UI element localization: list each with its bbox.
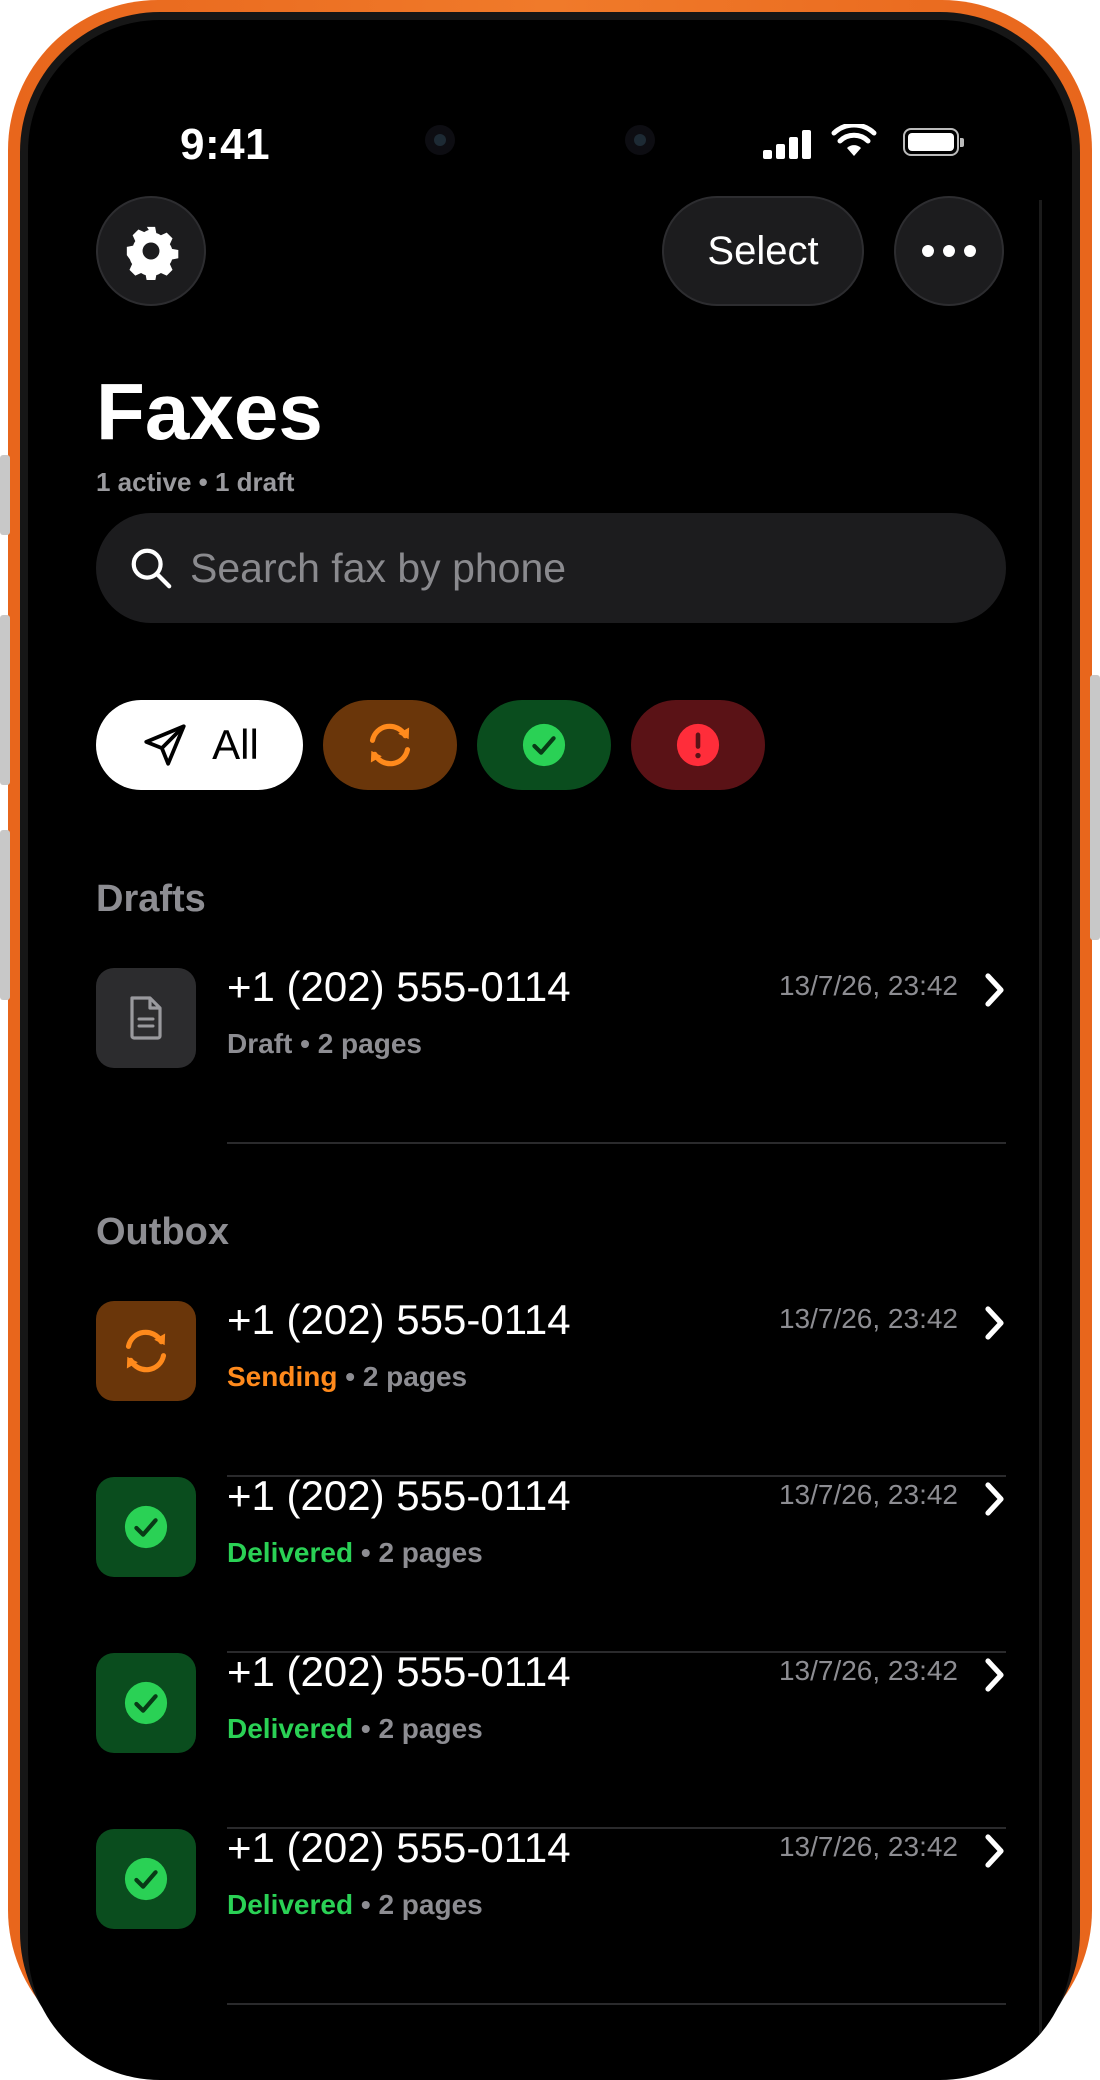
- sending-tile: [96, 1301, 196, 1401]
- checkmark-circle-icon: [124, 1505, 168, 1549]
- chevron-right-icon: [985, 1482, 1004, 1516]
- chevron-right-icon: [985, 1658, 1004, 1692]
- ellipsis-icon: [922, 245, 976, 257]
- page-title: Faxes: [96, 367, 323, 456]
- delivered-tile: [96, 1653, 196, 1753]
- checkmark-circle-icon: [124, 1857, 168, 1901]
- fax-phone-number: +1 (202) 555-0114: [227, 1824, 571, 1871]
- search-icon: [131, 548, 172, 589]
- fax-meta: Draft • 2 pages: [227, 1028, 422, 1060]
- fax-date: 13/7/26, 23:42: [778, 1655, 958, 1686]
- draft-tile: [96, 968, 196, 1068]
- chevron-right-icon: [985, 1834, 1004, 1868]
- screen: 9:41 Select Faxes 1 active • 1 draft Sea…: [28, 20, 1072, 2080]
- divider: [227, 2003, 1006, 2005]
- list-item[interactable]: +1 (202) 555-0114 Sending • 2 pages 13/7…: [96, 1296, 1006, 1477]
- gear-icon: [126, 226, 179, 280]
- fax-pages: • 2 pages: [353, 1537, 483, 1568]
- settings-button[interactable]: [96, 196, 206, 306]
- fax-meta: Delivered • 2 pages: [227, 1537, 483, 1569]
- fax-date: 13/7/26, 23:42: [778, 1303, 958, 1334]
- section-drafts-title: Drafts: [96, 878, 206, 920]
- chevron-right-icon: [985, 973, 1004, 1007]
- checkmark-circle-icon: [124, 1681, 168, 1725]
- document-icon: [130, 996, 162, 1040]
- fax-status: Sending: [227, 1361, 338, 1392]
- scrollbar[interactable]: [1039, 200, 1042, 2080]
- wifi-icon: [831, 124, 877, 156]
- side-button: [1090, 675, 1100, 940]
- fax-meta: Delivered • 2 pages: [227, 1889, 483, 1921]
- fax-phone-number: +1 (202) 555-0114: [227, 963, 571, 1010]
- side-button: [0, 830, 10, 1000]
- fax-meta: Sending • 2 pages: [227, 1361, 467, 1393]
- status-time: 9:41: [180, 120, 271, 169]
- fax-date: 13/7/26, 23:42: [778, 970, 958, 1001]
- sync-icon: [125, 1329, 167, 1373]
- page-subtitle: 1 active • 1 draft: [96, 467, 295, 497]
- more-button[interactable]: [894, 196, 1004, 306]
- divider: [227, 1142, 1006, 1144]
- fax-date: 13/7/26, 23:42: [778, 1479, 958, 1510]
- filter-all-chip[interactable]: All: [96, 700, 303, 790]
- checkmark-circle-icon: [522, 723, 566, 767]
- fax-pages: • 2 pages: [292, 1028, 422, 1059]
- side-button: [0, 615, 10, 785]
- front-camera: [425, 125, 455, 155]
- list-item[interactable]: +1 (202) 555-0114 Delivered • 2 pages 13…: [96, 1472, 1006, 1653]
- fax-status: Draft: [227, 1028, 293, 1059]
- exclamation-circle-icon: [676, 723, 720, 767]
- fax-pages: • 2 pages: [353, 1713, 483, 1744]
- fax-pages: • 2 pages: [337, 1361, 468, 1392]
- filter-delivered-chip[interactable]: [477, 700, 611, 790]
- fax-phone-number: +1 (202) 555-0114: [227, 1296, 571, 1343]
- battery-icon: [903, 128, 964, 156]
- select-button[interactable]: Select: [662, 196, 864, 306]
- cellular-signal-icon: [763, 129, 813, 159]
- fax-phone-number: +1 (202) 555-0114: [227, 1472, 571, 1519]
- filter-failed-chip[interactable]: [631, 700, 765, 790]
- search-input[interactable]: Search fax by phone: [190, 545, 566, 592]
- fax-status: Delivered: [227, 1713, 354, 1744]
- delivered-tile: [96, 1829, 196, 1929]
- chevron-right-icon: [985, 1306, 1004, 1340]
- filter-all-label: All: [212, 721, 259, 768]
- sync-icon: [369, 723, 411, 767]
- section-outbox-title: Outbox: [96, 1211, 229, 1253]
- fax-status: Delivered: [227, 1537, 354, 1568]
- list-item[interactable]: +1 (202) 555-0114 Delivered • 2 pages 13…: [96, 1648, 1006, 1829]
- fax-status: Delivered: [227, 1889, 354, 1920]
- side-button: [0, 455, 10, 535]
- filter-sending-chip[interactable]: [323, 700, 457, 790]
- list-item[interactable]: +1 (202) 555-0114 Draft • 2 pages 13/7/2…: [96, 963, 1006, 1144]
- fax-phone-number: +1 (202) 555-0114: [227, 1648, 571, 1695]
- fax-pages: • 2 pages: [353, 1889, 483, 1920]
- send-icon: [144, 724, 186, 766]
- fax-meta: Delivered • 2 pages: [227, 1713, 483, 1745]
- face-id-sensor: [625, 125, 655, 155]
- delivered-tile: [96, 1477, 196, 1577]
- search-bar[interactable]: Search fax by phone: [96, 513, 1006, 623]
- list-item[interactable]: +1 (202) 555-0114 Delivered • 2 pages 13…: [96, 1824, 1006, 2005]
- fax-date: 13/7/26, 23:42: [778, 1831, 958, 1862]
